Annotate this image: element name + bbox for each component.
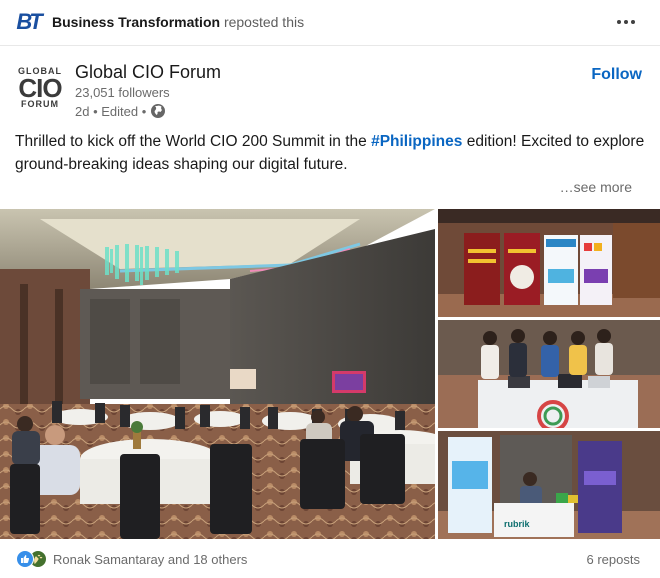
repost-header: BT Business Transformation reposted this <box>0 0 660 46</box>
globe-icon <box>150 103 166 119</box>
image-gallery: rubrik <box>0 209 660 539</box>
reposts-count[interactable]: 6 reposts <box>587 552 640 567</box>
repost-action: reposted this <box>223 14 305 30</box>
author-followers: 23,051 followers <box>75 85 170 100</box>
repost-line: Business Transformation reposted this <box>52 14 304 30</box>
hashtag-link[interactable]: #Philippines <box>371 133 462 150</box>
repost-actor-name[interactable]: Business Transformation <box>52 14 220 30</box>
post-text-start: Thrilled to kick off the World CIO 200 S… <box>15 133 372 150</box>
post-author: GLOBAL CIO FORUM Global CIO Forum 23,051… <box>0 56 660 126</box>
bt-logo-text: BT <box>16 9 42 34</box>
global-cio-forum-logo[interactable]: GLOBAL CIO FORUM <box>16 64 64 112</box>
post-social-counts: Ronak Samantaray and 18 others 6 reposts <box>0 542 660 578</box>
post-body: Thrilled to kick off the World CIO 200 S… <box>15 130 645 176</box>
like-icon <box>16 550 34 568</box>
business-transformation-logo[interactable]: BT <box>14 9 42 35</box>
banners-photo[interactable] <box>438 209 660 317</box>
booth-stand-photo[interactable]: rubrik <box>438 431 660 539</box>
logo-main-text: CIO <box>18 73 62 103</box>
ballroom-photo[interactable] <box>0 209 435 539</box>
post-time-edited: 2d • Edited • <box>75 103 147 119</box>
logo-bottom-text: FORUM <box>21 99 59 109</box>
author-name[interactable]: Global CIO Forum <box>75 62 221 83</box>
see-more-button[interactable]: …see more <box>560 179 632 195</box>
more-icon[interactable] <box>612 10 640 34</box>
booth-team-photo[interactable] <box>438 320 660 428</box>
follow-button[interactable]: Follow <box>591 66 642 84</box>
booth-banner-text: rubrik <box>504 519 531 529</box>
post-meta: 2d • Edited • <box>75 103 166 119</box>
reactions-summary[interactable]: Ronak Samantaray and 18 others <box>16 550 247 568</box>
reactions-text: Ronak Samantaray and 18 others <box>53 551 248 567</box>
